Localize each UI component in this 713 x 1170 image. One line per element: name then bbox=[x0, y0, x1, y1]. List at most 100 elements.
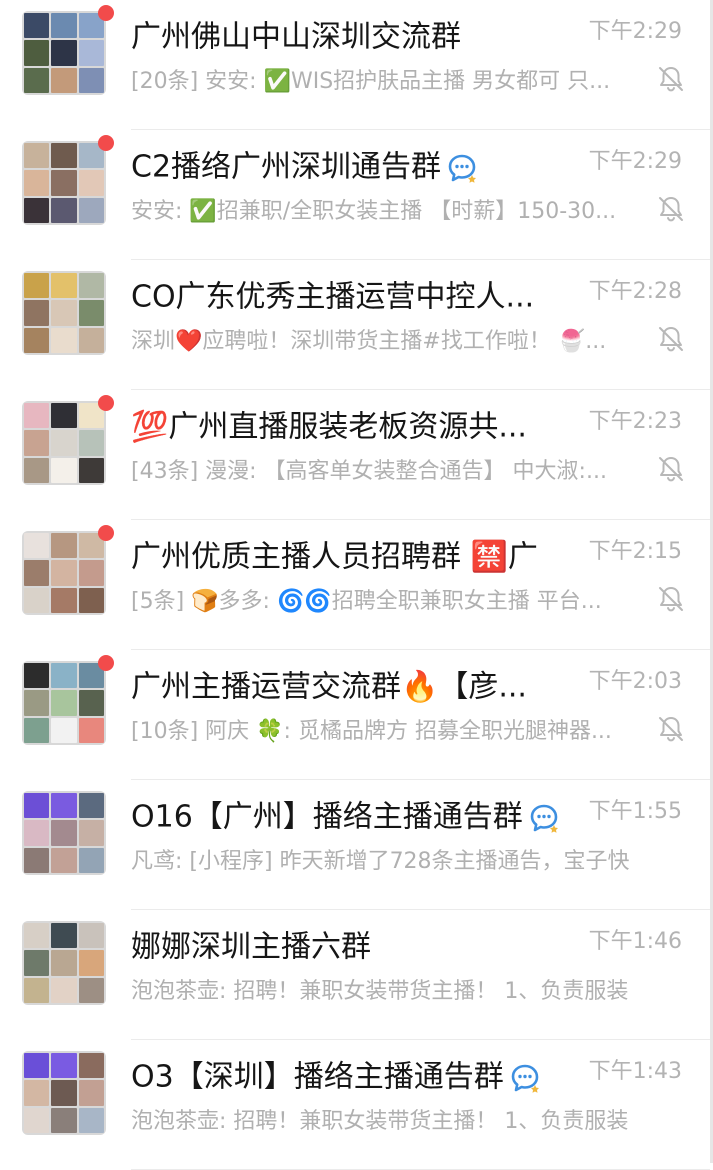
chat-row-5[interactable]: 广州优质主播人员招聘群 🈲广 下午2:15 [5条] 🍞多多: 🌀🌀招聘全职兼职… bbox=[0, 520, 710, 650]
chat-row-1[interactable]: 广州佛山中山深圳交流群 下午2:29 [20条] 安安: ✅WIS招护肤品主播 … bbox=[0, 0, 710, 130]
chat-preview: 泡泡茶壶: 招聘！兼职女装带货主播！ 1、负责服装... bbox=[131, 1109, 629, 1134]
avatar-tile bbox=[24, 273, 50, 299]
avatar-tile bbox=[78, 197, 104, 223]
chat-title-text: 娜娜深圳主播六群 bbox=[131, 929, 371, 965]
ai-chat-icon bbox=[511, 1064, 539, 1093]
chat-preview: [43条] 漫漫: 【高客单女装整合通告】 中大淑:... bbox=[131, 459, 607, 484]
avatar-tile bbox=[24, 847, 50, 873]
chat-row-8[interactable]: 娜娜深圳主播六群 下午1:46 泡泡茶壶: 招聘！兼职女装带货主播！ 1、负责服… bbox=[0, 910, 710, 1040]
chat-title-text: 广州佛山中山深圳交流群 bbox=[131, 19, 461, 55]
avatar-tile bbox=[24, 430, 50, 456]
avatar-tile bbox=[78, 847, 104, 873]
avatar-tile bbox=[78, 1053, 104, 1079]
unread-dot bbox=[98, 135, 114, 151]
chat-title: 娜娜深圳主播六群 bbox=[131, 927, 571, 968]
group-avatar[interactable] bbox=[22, 401, 106, 485]
avatar-tile bbox=[51, 327, 77, 353]
avatar-tile bbox=[51, 1053, 77, 1079]
avatar-tile bbox=[24, 40, 50, 66]
avatar-tile bbox=[78, 690, 104, 716]
group-avatar[interactable] bbox=[22, 531, 106, 615]
chat-row-3[interactable]: CO广东优秀主播运营中控人... 下午2:28 深圳❤️应聘啦！深圳带货主播#找… bbox=[0, 260, 710, 390]
chat-row-9[interactable]: O3【深圳】播络主播通告群 下午1:43 泡泡茶壶: 招聘！兼职女装带货主播！ … bbox=[0, 1040, 710, 1170]
chat-row-2[interactable]: C2播络广州深圳通告群 下午2:29 安安: ✅招兼职/全职女装主播 【时薪】1… bbox=[0, 130, 710, 260]
avatar-tile bbox=[24, 717, 50, 743]
chat-time: 下午2:03 bbox=[588, 669, 682, 694]
avatar-tile bbox=[78, 977, 104, 1003]
unread-dot bbox=[98, 395, 114, 411]
chat-preview: [20条] 安安: ✅WIS招护肤品主播 男女都可 只... bbox=[131, 69, 611, 94]
avatar-tile bbox=[24, 950, 50, 976]
group-avatar[interactable] bbox=[22, 921, 106, 1005]
avatar-tile bbox=[24, 793, 50, 819]
avatar-tile bbox=[51, 923, 77, 949]
mute-bell-icon bbox=[659, 457, 683, 482]
avatar-tile bbox=[51, 533, 77, 559]
avatar-tile bbox=[51, 847, 77, 873]
chat-time: 下午2:23 bbox=[588, 409, 682, 434]
chat-title: 广州优质主播人员招聘群 🈲广 bbox=[131, 537, 571, 578]
mute-bell-icon bbox=[659, 587, 683, 612]
avatar-tile bbox=[51, 403, 77, 429]
avatar-tile bbox=[51, 300, 77, 326]
group-avatar[interactable] bbox=[22, 271, 106, 355]
avatar-tile bbox=[78, 430, 104, 456]
avatar-tile bbox=[51, 143, 77, 169]
ai-chat-icon bbox=[530, 804, 558, 833]
group-avatar[interactable] bbox=[22, 11, 106, 95]
avatar-tile bbox=[51, 1107, 77, 1133]
avatar-tile bbox=[24, 170, 50, 196]
chat-row-6[interactable]: 广州主播运营交流群🔥【彦... 下午2:03 [10条] 阿庆 🍀: 觅橘品牌方… bbox=[0, 650, 710, 780]
chat-preview: 泡泡茶壶: 招聘！兼职女装带货主播！ 1、负责服装... bbox=[131, 979, 629, 1004]
avatar-tile bbox=[24, 403, 50, 429]
avatar-tile bbox=[78, 717, 104, 743]
group-avatar[interactable] bbox=[22, 791, 106, 875]
avatar-tile bbox=[78, 950, 104, 976]
avatar-tile bbox=[78, 1080, 104, 1106]
chat-row-4[interactable]: 💯广州直播服装老板资源共... 下午2:23 [43条] 漫漫: 【高客单女装整… bbox=[0, 390, 710, 520]
avatar-tile bbox=[51, 977, 77, 1003]
avatar-tile bbox=[24, 977, 50, 1003]
group-avatar[interactable] bbox=[22, 1051, 106, 1135]
avatar-tile bbox=[24, 143, 50, 169]
chat-time: 下午2:29 bbox=[588, 149, 682, 174]
chat-time: 下午2:15 bbox=[588, 539, 682, 564]
chat-row-7[interactable]: O16【广州】播络主播通告群 下午1:55 凡鸢: [小程序] 昨天新增了728… bbox=[0, 780, 710, 910]
mute-bell-icon bbox=[659, 197, 683, 222]
mute-bell-icon bbox=[659, 327, 683, 352]
chat-title-text: 广州主播运营交流群🔥【彦... bbox=[131, 669, 527, 705]
avatar-tile bbox=[51, 560, 77, 586]
avatar-tile bbox=[24, 1107, 50, 1133]
avatar-tile bbox=[24, 13, 50, 39]
group-avatar[interactable] bbox=[22, 661, 106, 745]
chat-preview: 凡鸢: [小程序] 昨天新增了728条主播通告，宝子快... bbox=[131, 849, 629, 874]
group-avatar[interactable] bbox=[22, 141, 106, 225]
unread-dot bbox=[98, 525, 114, 541]
avatar-tile bbox=[24, 1053, 50, 1079]
avatar-tile bbox=[78, 560, 104, 586]
avatar-tile bbox=[51, 67, 77, 93]
chat-preview: [10条] 阿庆 🍀: 觅橘品牌方 招募全职光腿神器... bbox=[131, 719, 612, 744]
avatar-tile bbox=[51, 820, 77, 846]
avatar-tile bbox=[51, 170, 77, 196]
avatar-tile bbox=[24, 300, 50, 326]
chat-title-text: C2播络广州深圳通告群 bbox=[131, 149, 442, 185]
chat-title-text: 💯广州直播服装老板资源共... bbox=[131, 409, 527, 445]
chat-title: CO广东优秀主播运营中控人... bbox=[131, 277, 571, 318]
chat-preview: 安安: ✅招兼职/全职女装主播 【时薪】150-30... bbox=[131, 199, 617, 224]
avatar-tile bbox=[24, 533, 50, 559]
avatar-tile bbox=[51, 40, 77, 66]
avatar-tile bbox=[78, 1107, 104, 1133]
avatar-tile bbox=[78, 793, 104, 819]
avatar-tile bbox=[78, 923, 104, 949]
avatar-tile bbox=[78, 273, 104, 299]
chat-title: O3【深圳】播络主播通告群 bbox=[131, 1057, 571, 1098]
unread-dot bbox=[98, 655, 114, 671]
avatar-tile bbox=[78, 327, 104, 353]
chat-preview: 深圳❤️应聘啦！深圳带货主播#找工作啦！ 🍧... bbox=[131, 329, 607, 354]
avatar-tile bbox=[51, 793, 77, 819]
avatar-tile bbox=[51, 457, 77, 483]
avatar-tile bbox=[24, 560, 50, 586]
avatar-tile bbox=[51, 430, 77, 456]
avatar-tile bbox=[78, 67, 104, 93]
